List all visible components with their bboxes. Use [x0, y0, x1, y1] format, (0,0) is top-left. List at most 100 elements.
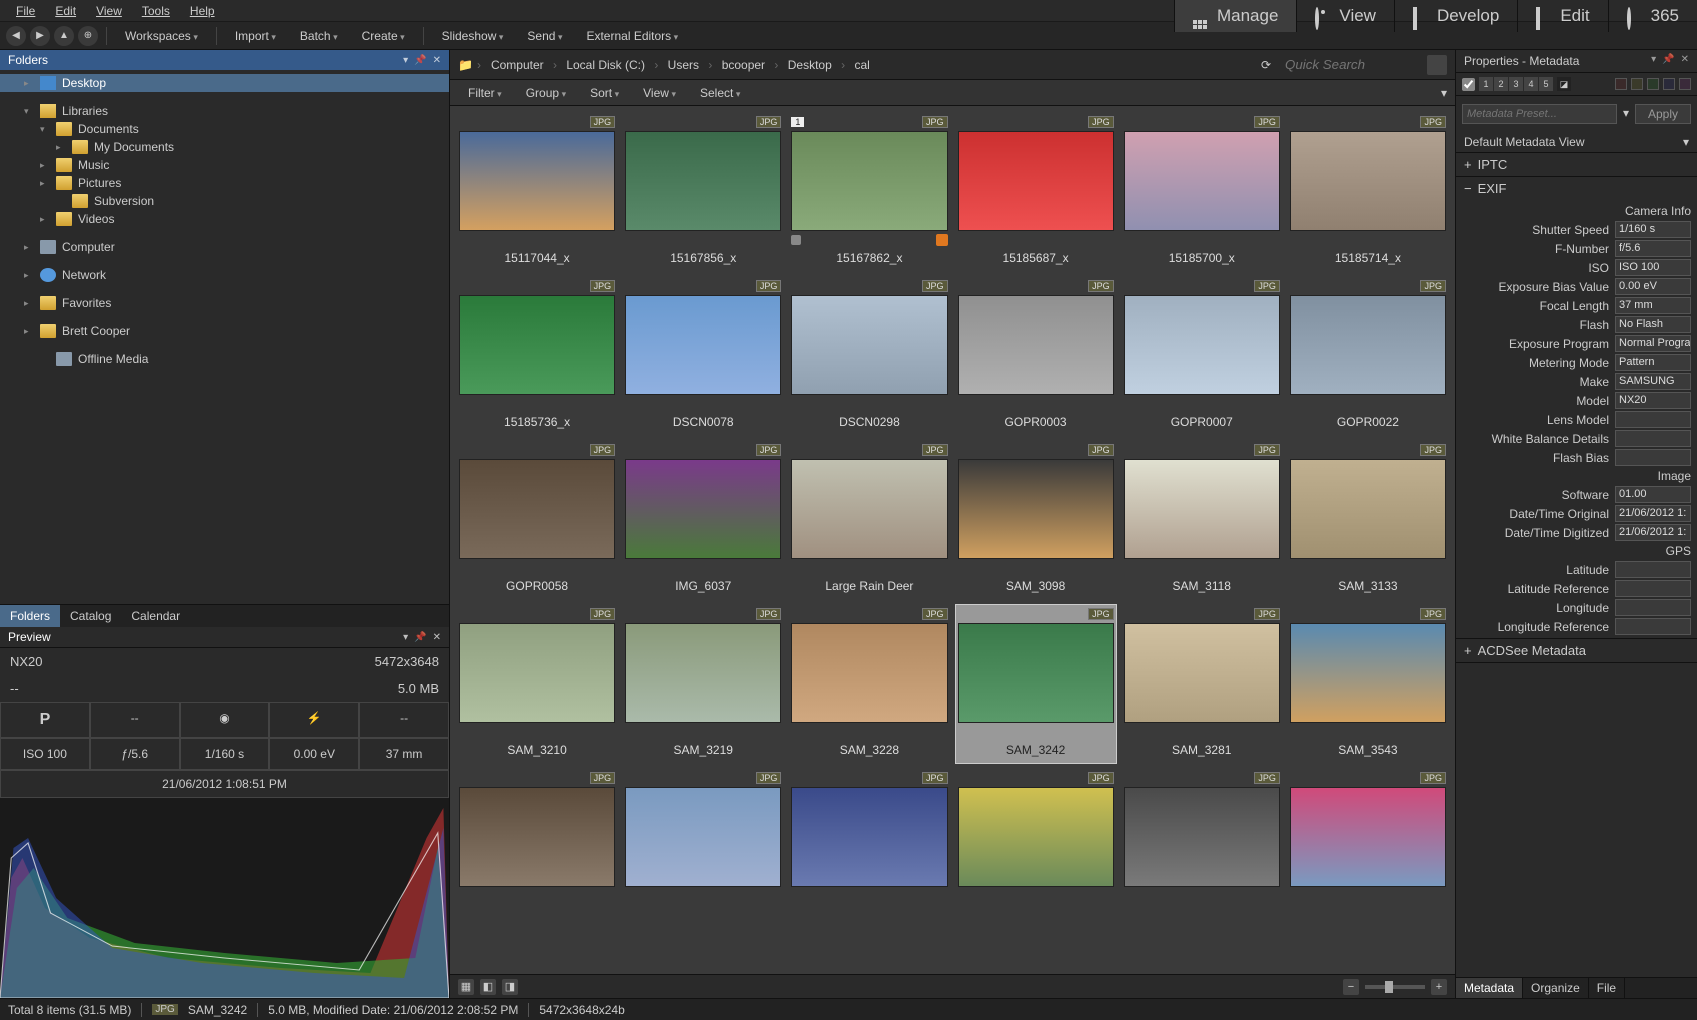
zoom-in-button[interactable]: + — [1431, 979, 1447, 995]
preset-dropdown-icon[interactable]: ▾ — [1621, 104, 1631, 124]
metadata-value[interactable]: 01.00 — [1615, 486, 1691, 503]
metadata-value[interactable]: Pattern — [1615, 354, 1691, 371]
tree-desktop[interactable]: ▸Desktop — [0, 74, 449, 92]
color-label-yellow[interactable] — [1631, 78, 1643, 90]
thumbnail-item[interactable]: JPGSAM_3118 — [1121, 440, 1283, 600]
filter-dropdown[interactable]: Filter — [458, 84, 512, 102]
metadata-value[interactable]: 0.00 eV — [1615, 278, 1691, 295]
metadata-value[interactable]: SAMSUNG — [1615, 373, 1691, 390]
folder-tree[interactable]: ▸Desktop ▾Libraries ▾Documents ▸My Docum… — [0, 70, 449, 604]
panel-menu-icon[interactable]: ▾ — [1651, 54, 1656, 68]
breadcrumb-item[interactable]: Local Disk (C:) — [560, 56, 651, 74]
tree-network[interactable]: ▸Network — [0, 266, 449, 284]
group-dropdown[interactable]: Group — [516, 84, 576, 102]
thumbnail-item[interactable]: JPG — [955, 768, 1117, 926]
slideshow-dropdown[interactable]: Slideshow — [432, 27, 514, 45]
create-dropdown[interactable]: Create — [352, 27, 415, 45]
tree-subversion[interactable]: Subversion — [0, 192, 449, 210]
left-tab-folders[interactable]: Folders — [0, 605, 60, 627]
tree-favorites[interactable]: ▸Favorites — [0, 294, 449, 312]
tree-music[interactable]: ▸Music — [0, 156, 449, 174]
layout-btn-1[interactable]: ▦ — [458, 979, 474, 995]
thumbnail-item[interactable]: JPGIMG_6037 — [622, 440, 784, 600]
panel-pin-icon[interactable]: 📌 — [414, 632, 426, 643]
thumbnail-item[interactable]: JPGSAM_3543 — [1287, 604, 1449, 764]
thumbnail-item[interactable]: JPGSAM_3219 — [622, 604, 784, 764]
tree-user[interactable]: ▸Brett Cooper — [0, 322, 449, 340]
thumbnail-item[interactable]: JPGGOPR0003 — [955, 276, 1117, 436]
thumbnail-item[interactable]: JPGSAM_3242 — [955, 604, 1117, 764]
filter-menu-icon[interactable]: ▾ — [1441, 86, 1447, 100]
thumbnail-item[interactable]: JPGGOPR0007 — [1121, 276, 1283, 436]
thumbnail-item[interactable]: JPGGOPR0022 — [1287, 276, 1449, 436]
thumbnail-item[interactable]: JPG — [788, 768, 950, 926]
acdsee-section-header[interactable]: +ACDSee Metadata — [1456, 639, 1697, 662]
breadcrumb-item[interactable]: cal — [848, 56, 875, 74]
layout-btn-2[interactable]: ◧ — [480, 979, 496, 995]
layout-btn-3[interactable]: ◨ — [502, 979, 518, 995]
thumbnail-item[interactable]: JPGSAM_3098 — [955, 440, 1117, 600]
external-editors-dropdown[interactable]: External Editors — [576, 27, 688, 45]
metadata-value[interactable]: f/5.6 — [1615, 240, 1691, 257]
metadata-value[interactable]: 21/06/2012 1: — [1615, 505, 1691, 522]
mode-365[interactable]: 365 — [1608, 0, 1697, 32]
metadata-value[interactable]: ISO 100 — [1615, 259, 1691, 276]
search-dropdown-button[interactable] — [1427, 55, 1447, 75]
breadcrumb-item[interactable]: bcooper — [716, 56, 771, 74]
metadata-value[interactable] — [1615, 430, 1691, 447]
thumbnail-item[interactable]: JPGSAM_3281 — [1121, 604, 1283, 764]
thumbnail-item[interactable]: JPG15167856_x — [622, 112, 784, 272]
color-label-red[interactable] — [1615, 78, 1627, 90]
left-tab-calendar[interactable]: Calendar — [121, 605, 190, 627]
thumbnail-item[interactable]: JPG15117044_x — [456, 112, 618, 272]
batch-dropdown[interactable]: Batch — [290, 27, 348, 45]
metadata-value[interactable] — [1615, 599, 1691, 616]
apply-button[interactable]: Apply — [1635, 104, 1691, 124]
tree-my-documents[interactable]: ▸My Documents — [0, 138, 449, 156]
mode-manage[interactable]: Manage — [1174, 0, 1296, 32]
workspaces-dropdown[interactable]: Workspaces — [115, 27, 208, 45]
left-tab-catalog[interactable]: Catalog — [60, 605, 121, 627]
rating-buttons[interactable]: 12345 — [1479, 77, 1553, 91]
clear-rating[interactable]: ◪ — [1557, 77, 1571, 91]
nav-fwd-button[interactable]: ▶ — [30, 26, 50, 46]
metadata-value[interactable] — [1615, 580, 1691, 597]
color-label-purple[interactable] — [1679, 78, 1691, 90]
quick-search-input[interactable] — [1279, 54, 1419, 75]
nav-target-button[interactable]: ⊕ — [78, 26, 98, 46]
tree-videos[interactable]: ▸Videos — [0, 210, 449, 228]
thumbnail-item[interactable]: JPG — [1287, 768, 1449, 926]
menu-view[interactable]: View — [86, 2, 132, 20]
tree-pictures[interactable]: ▸Pictures — [0, 174, 449, 192]
tag-checkbox[interactable] — [1462, 78, 1475, 91]
tree-libraries[interactable]: ▾Libraries — [0, 102, 449, 120]
thumbnail-item[interactable]: JPG15185714_x — [1287, 112, 1449, 272]
breadcrumb-item[interactable]: Computer — [485, 56, 550, 74]
right-tab-file[interactable]: File — [1589, 978, 1625, 998]
mode-edit[interactable]: Edit — [1517, 0, 1607, 32]
panel-pin-icon[interactable]: 📌 — [1662, 54, 1674, 68]
thumbnail-item[interactable]: JPGGOPR0058 — [456, 440, 618, 600]
panel-close-icon[interactable]: ✕ — [433, 55, 441, 66]
menu-edit[interactable]: Edit — [45, 2, 86, 20]
thumbnail-item[interactable]: JPG — [1121, 768, 1283, 926]
import-dropdown[interactable]: Import — [225, 27, 286, 45]
right-tab-metadata[interactable]: Metadata — [1456, 978, 1523, 998]
thumbnail-item[interactable]: 1JPG15167862_x — [788, 112, 950, 272]
tree-documents[interactable]: ▾Documents — [0, 120, 449, 138]
metadata-value[interactable] — [1615, 411, 1691, 428]
metadata-view-dropdown[interactable]: Default Metadata View▾ — [1456, 132, 1697, 153]
metadata-value[interactable]: NX20 — [1615, 392, 1691, 409]
nav-back-button[interactable]: ◀ — [6, 26, 26, 46]
exif-section-header[interactable]: −EXIF — [1456, 177, 1697, 200]
metadata-value[interactable] — [1615, 618, 1691, 635]
iptc-section-header[interactable]: +IPTC — [1456, 153, 1697, 176]
color-label-green[interactable] — [1647, 78, 1659, 90]
menu-help[interactable]: Help — [180, 2, 225, 20]
view-dropdown[interactable]: View — [633, 84, 686, 102]
metadata-preset-input[interactable] — [1462, 104, 1617, 124]
metadata-value[interactable] — [1615, 449, 1691, 466]
thumbnail-item[interactable]: JPGSAM_3210 — [456, 604, 618, 764]
mode-develop[interactable]: Develop — [1394, 0, 1517, 32]
thumbnail-item[interactable]: JPGSAM_3228 — [788, 604, 950, 764]
